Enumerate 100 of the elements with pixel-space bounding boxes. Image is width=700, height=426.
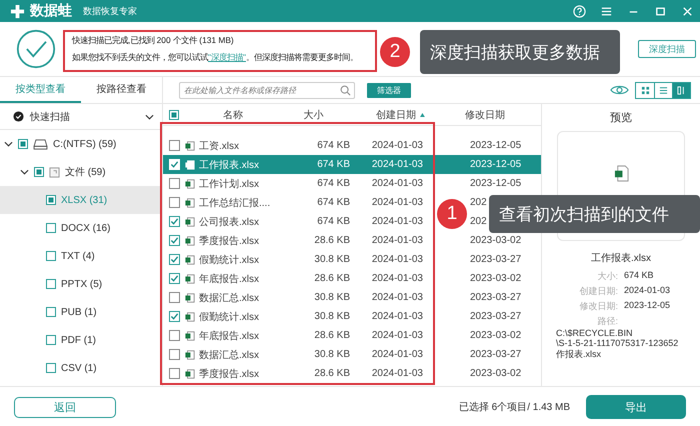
table-row[interactable]: 数据汇总.xlsx 30.8 KB 2024-01-03 2023-03-27 xyxy=(163,288,541,307)
excel-file-icon xyxy=(185,216,195,226)
checkbox[interactable] xyxy=(46,307,56,317)
detail-value: 2023-12-05 xyxy=(624,300,670,312)
file-path-text: 作报表.xlsx xyxy=(556,348,602,361)
table-row[interactable]: 数据汇总.xlsx 30.8 KB 2024-01-03 2023-03-27 xyxy=(163,345,541,364)
checkbox[interactable] xyxy=(46,363,56,373)
chevron-down-icon[interactable] xyxy=(20,169,29,175)
table-row[interactable]: 年底报告.xlsx 28.6 KB 2024-01-03 2023-03-02 xyxy=(163,269,541,288)
modified-date: 2023-03-02 xyxy=(469,330,522,341)
checkbox[interactable] xyxy=(168,330,180,341)
detail-label: 创建日期: xyxy=(578,285,618,298)
maximize-icon[interactable] xyxy=(654,4,667,18)
tree-item[interactable]: CSV (1) xyxy=(61,362,97,374)
select-all-checkbox[interactable] xyxy=(168,110,179,120)
eye-icon[interactable] xyxy=(610,84,629,96)
table-row[interactable]: 工资.xlsx 674 KB 2024-01-03 2023-12-05 xyxy=(163,136,541,155)
created-date: 2024-01-03 xyxy=(370,178,423,189)
column-header[interactable]: 修改日期 xyxy=(425,108,541,122)
modified-date: 2023-12-05 xyxy=(469,178,522,189)
checkbox[interactable] xyxy=(168,197,180,208)
checkbox[interactable] xyxy=(168,311,180,322)
checkbox[interactable] xyxy=(46,195,56,205)
preview-title: 预览 xyxy=(610,111,632,125)
tree-item[interactable]: 文件 (59) xyxy=(65,165,106,179)
tree-item[interactable]: TXT (4) xyxy=(61,250,95,262)
checkbox[interactable] xyxy=(46,251,56,261)
checkbox[interactable] xyxy=(18,139,28,149)
checkbox[interactable] xyxy=(46,335,56,345)
excel-file-icon xyxy=(185,236,195,246)
filter-button[interactable]: 筛选器 xyxy=(367,82,411,98)
sort-arrow-icon[interactable] xyxy=(420,112,426,116)
close-icon[interactable] xyxy=(681,4,694,18)
checkbox[interactable] xyxy=(168,235,180,246)
table-row[interactable]: 年底报告.xlsx 28.6 KB 2024-01-03 2023-03-02 xyxy=(163,326,541,345)
excel-file-icon xyxy=(185,368,195,378)
checkbox[interactable] xyxy=(168,178,180,189)
callout-tooltip: 查看初次扫描到的文件 xyxy=(489,195,700,233)
file-name: 公司报表.xlsx xyxy=(199,216,259,228)
modified-date: 202 xyxy=(469,197,488,208)
modified-date: 2023-03-27 xyxy=(469,349,522,360)
checkbox[interactable] xyxy=(34,167,44,177)
detail-value: 674 KB xyxy=(624,270,654,282)
file-name: 假勤统计.xlsx xyxy=(199,310,259,324)
folder-icon xyxy=(49,166,60,178)
excel-file-icon xyxy=(185,198,195,208)
view-tab[interactable]: 按路径查看 xyxy=(81,77,162,103)
modified-date: 2023-03-27 xyxy=(469,254,522,265)
checkbox[interactable] xyxy=(168,292,180,303)
tree-item[interactable]: PDF (1) xyxy=(61,334,96,346)
excel-file-icon xyxy=(185,312,195,322)
detail-view-button[interactable] xyxy=(672,82,690,98)
checkbox[interactable] xyxy=(168,216,180,227)
scan-mode-dropdown[interactable]: 快速扫描 xyxy=(0,104,162,130)
table-row[interactable]: 季度报告.xlsx 28.6 KB 2024-01-03 2023-03-02 xyxy=(163,231,541,250)
tree-item[interactable]: PUB (1) xyxy=(61,306,97,318)
created-date: 2024-01-03 xyxy=(370,140,423,151)
checkbox[interactable] xyxy=(168,140,180,151)
file-name: 数据汇总.xlsx xyxy=(199,348,259,362)
menu-icon[interactable] xyxy=(600,4,613,18)
search-icon xyxy=(340,84,351,96)
tree-item[interactable]: PPTX (5) xyxy=(61,278,102,290)
checkbox[interactable] xyxy=(168,368,180,379)
detail-label: 大小: xyxy=(596,270,618,283)
check-circle-icon xyxy=(13,111,24,122)
modified-date: 2023-03-27 xyxy=(469,311,522,322)
table-row[interactable]: 工作计划.xlsx 674 KB 2024-01-03 2023-12-05 xyxy=(163,174,541,193)
table-row[interactable]: 工作报表.xlsx 674 KB 2024-01-03 2023-12-05 xyxy=(163,155,541,174)
checkbox[interactable] xyxy=(168,349,180,360)
back-button[interactable]: 返回 xyxy=(14,396,116,418)
callout-tooltip: 深度扫描获取更多数据 xyxy=(420,30,620,74)
checkbox[interactable] xyxy=(46,279,56,289)
table-row[interactable]: 假勤统计.xlsx 30.8 KB 2024-01-03 2023-03-27 xyxy=(163,250,541,269)
chevron-down-icon[interactable] xyxy=(4,141,13,147)
table-row[interactable]: 季度报告.xlsx 28.6 KB 2024-01-03 2023-03-02 xyxy=(163,364,541,383)
checkbox[interactable] xyxy=(168,273,180,284)
file-size: 674 KB xyxy=(316,159,350,170)
tree-item[interactable]: C:(NTFS) (59) xyxy=(53,138,116,150)
checkbox[interactable] xyxy=(46,223,56,233)
file-name: 数据汇总.xlsx xyxy=(199,292,259,304)
check-circle-icon xyxy=(16,29,56,69)
column-header[interactable]: 大小 xyxy=(282,108,346,122)
export-button[interactable]: 导出 xyxy=(586,395,686,419)
help-icon[interactable] xyxy=(573,4,586,18)
file-name: 年底报告.xlsx xyxy=(199,330,259,342)
tree-item[interactable]: DOCX (16) xyxy=(61,222,110,234)
table-row[interactable]: 假勤统计.xlsx 30.8 KB 2024-01-03 2023-03-27 xyxy=(163,307,541,326)
file-name: 季度报告.xlsx xyxy=(199,368,259,380)
created-date: 2024-01-03 xyxy=(370,349,423,360)
search-field[interactable]: 在此处输入文件名称或保存路径 xyxy=(179,82,355,98)
file-name: 工作报表.xlsx xyxy=(199,158,259,172)
created-date: 2024-01-03 xyxy=(370,273,423,284)
modified-date: 2023-03-02 xyxy=(469,273,522,284)
created-date: 2024-01-03 xyxy=(370,292,423,303)
checkbox[interactable] xyxy=(168,254,180,265)
view-tab[interactable]: 按类型查看 xyxy=(0,77,81,103)
modified-date: 2023-03-27 xyxy=(469,292,522,303)
column-header[interactable]: 创建日期 xyxy=(345,108,416,122)
app-name: 数据蛙 xyxy=(30,2,72,20)
column-header[interactable]: 名称 xyxy=(184,108,282,122)
